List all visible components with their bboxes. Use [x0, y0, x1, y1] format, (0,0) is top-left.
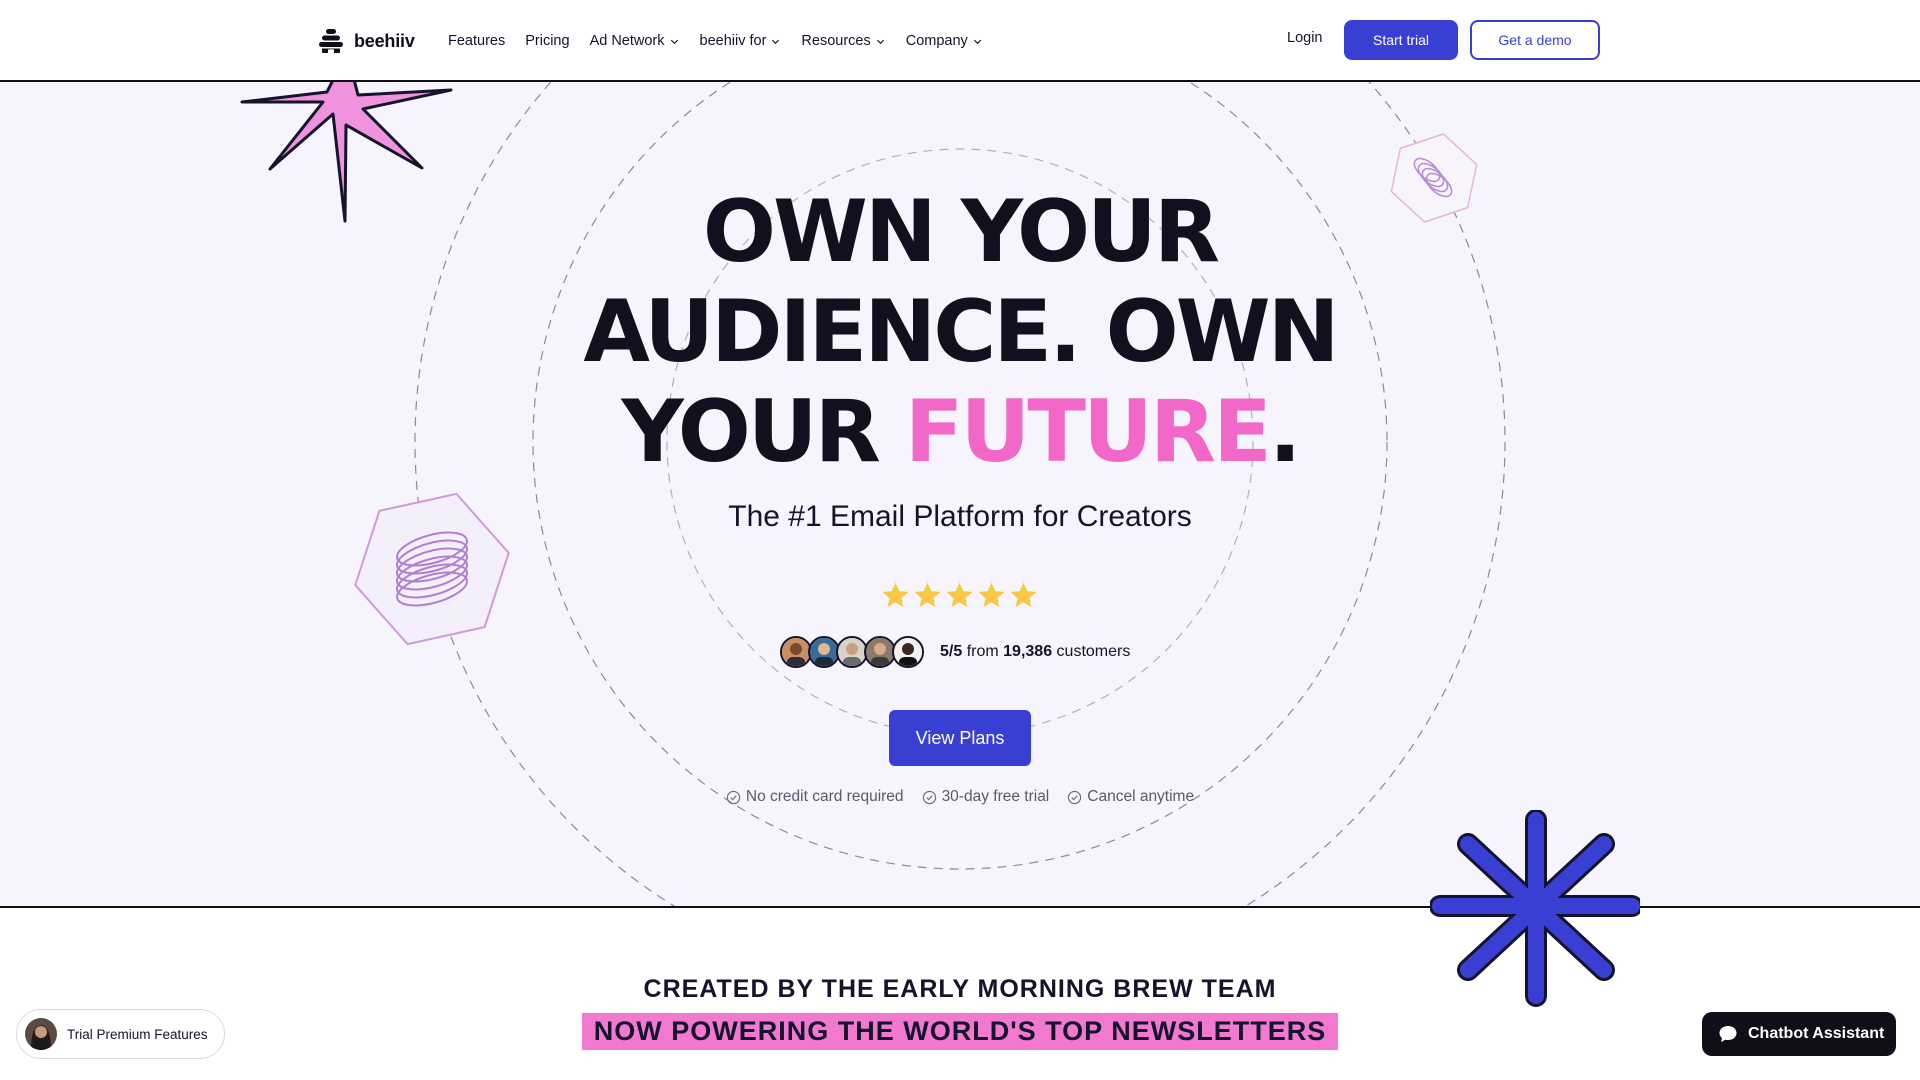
chevron-down-icon [670, 39, 678, 44]
nav-link-resources[interactable]: Resources [801, 33, 885, 49]
nav-link-label: beehiiv for [699, 33, 767, 49]
check-circle-icon [922, 790, 936, 804]
chatbot-label: Chatbot Assistant [1748, 1025, 1885, 1042]
nav-link-label: Resources [801, 33, 871, 49]
nav-link-beehiiv-for[interactable]: beehiiv for [700, 33, 782, 49]
nav-link-ad-network[interactable]: Ad Network [590, 33, 680, 49]
perk-label: 30-day free trial [941, 788, 1050, 805]
nav-link-features[interactable]: Features [448, 33, 505, 49]
customer-avatars [780, 636, 924, 668]
rating-stars [880, 580, 1040, 614]
hero-headline: OWN YOUR AUDIENCE. OWN YOUR FUTURE. [0, 182, 1920, 482]
chatbot-assistant-button[interactable]: Chatbot Assistant [1702, 1012, 1896, 1056]
get-demo-button[interactable]: Get a demo [1470, 20, 1600, 60]
perk-item: 30-day free trial [922, 788, 1050, 806]
customers-label: customers [1056, 643, 1131, 660]
star-icon [1010, 582, 1037, 608]
rating-value: 5/5 [940, 643, 963, 660]
hero-section: OWN YOUR AUDIENCE. OWN YOUR FUTURE. The … [0, 82, 1920, 908]
star-icon [882, 582, 909, 608]
nav-link-label: Company [905, 33, 968, 49]
star-icon [978, 582, 1005, 608]
perk-item: No credit card required [726, 788, 904, 806]
rating-from: from [966, 643, 999, 660]
nav-link-label: Features [448, 33, 506, 49]
chat-bubble-icon [1719, 1026, 1737, 1042]
view-plans-button[interactable]: View Plans [889, 710, 1031, 766]
nav-link-label: Ad Network [589, 33, 665, 49]
perk-label: Cancel anytime [1087, 788, 1195, 805]
login-link[interactable]: Login [1287, 30, 1322, 46]
chevron-down-icon [876, 39, 884, 44]
headline-line-1: OWN YOUR [702, 182, 1220, 282]
customer-count: 19,386 [1003, 643, 1053, 660]
headline-suffix: . [1268, 382, 1302, 482]
trial-premium-label: Trial Premium Features [67, 1026, 208, 1042]
perks-list: No credit card required 30-day free tria… [0, 788, 1920, 806]
section-highlight-wrap: NOW POWERING THE WORLD'S TOP NEWSLETTERS [0, 1013, 1920, 1050]
top-nav: beehiiv Features Pricing Ad Network beeh… [0, 0, 1920, 82]
check-circle-icon [726, 790, 741, 804]
logo-text: beehiiv [354, 30, 415, 51]
rating-summary: 5/5 from 19,386 customers [940, 643, 1130, 661]
perk-item: Cancel anytime [1067, 788, 1194, 806]
chevron-down-icon [973, 39, 981, 44]
start-trial-button[interactable]: Start trial [1344, 20, 1458, 60]
nav-link-label: Pricing [525, 33, 570, 49]
star-icon [946, 582, 973, 608]
nav-links: Features Pricing Ad Network beehiiv for … [448, 26, 1003, 56]
check-circle-icon [1068, 790, 1082, 804]
nav-link-company[interactable]: Company [906, 33, 983, 49]
logo[interactable]: beehiiv [318, 26, 415, 56]
star-icon [914, 582, 941, 608]
avatar [25, 1018, 57, 1050]
section-tagline: CREATED BY THE EARLY MORNING BREW TEAM [643, 975, 1277, 1003]
page: beehiiv Features Pricing Ad Network beeh… [0, 0, 1920, 1080]
headline-line-2: AUDIENCE. OWN [583, 282, 1339, 382]
trial-premium-widget[interactable]: Trial Premium Features [16, 1009, 225, 1059]
hero-subtitle: The #1 Email Platform for Creators [728, 500, 1192, 533]
beehive-icon [319, 29, 343, 53]
chevron-down-icon [772, 39, 780, 44]
perk-label: No credit card required [745, 788, 904, 805]
nav-link-pricing[interactable]: Pricing [525, 33, 569, 49]
avatar [892, 636, 924, 668]
section-highlight: NOW POWERING THE WORLD'S TOP NEWSLETTERS [581, 1013, 1339, 1050]
headline-line-3-prefix: YOUR [621, 382, 905, 482]
social-proof: 5/5 from 19,386 customers [780, 634, 1130, 670]
headline-highlight: FUTURE [904, 382, 1272, 482]
